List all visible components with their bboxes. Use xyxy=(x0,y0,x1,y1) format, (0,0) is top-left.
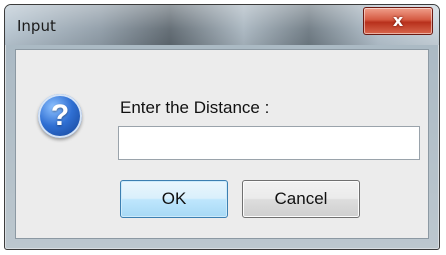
title-bar[interactable]: Input x xyxy=(5,5,439,45)
close-button[interactable]: x xyxy=(363,7,433,35)
input-dialog-window: Input x ? Enter the Distance : OK Cancel xyxy=(4,4,440,250)
distance-input[interactable] xyxy=(118,126,420,160)
dialog-body: ? Enter the Distance : OK Cancel xyxy=(15,49,429,239)
cancel-button[interactable]: Cancel xyxy=(242,180,360,218)
prompt-label: Enter the Distance : xyxy=(120,98,270,117)
window-title: Input xyxy=(17,17,56,35)
question-glyph: ? xyxy=(50,99,70,132)
close-icon: x xyxy=(392,11,404,30)
question-icon: ? xyxy=(38,94,82,138)
ok-button[interactable]: OK xyxy=(120,180,228,218)
